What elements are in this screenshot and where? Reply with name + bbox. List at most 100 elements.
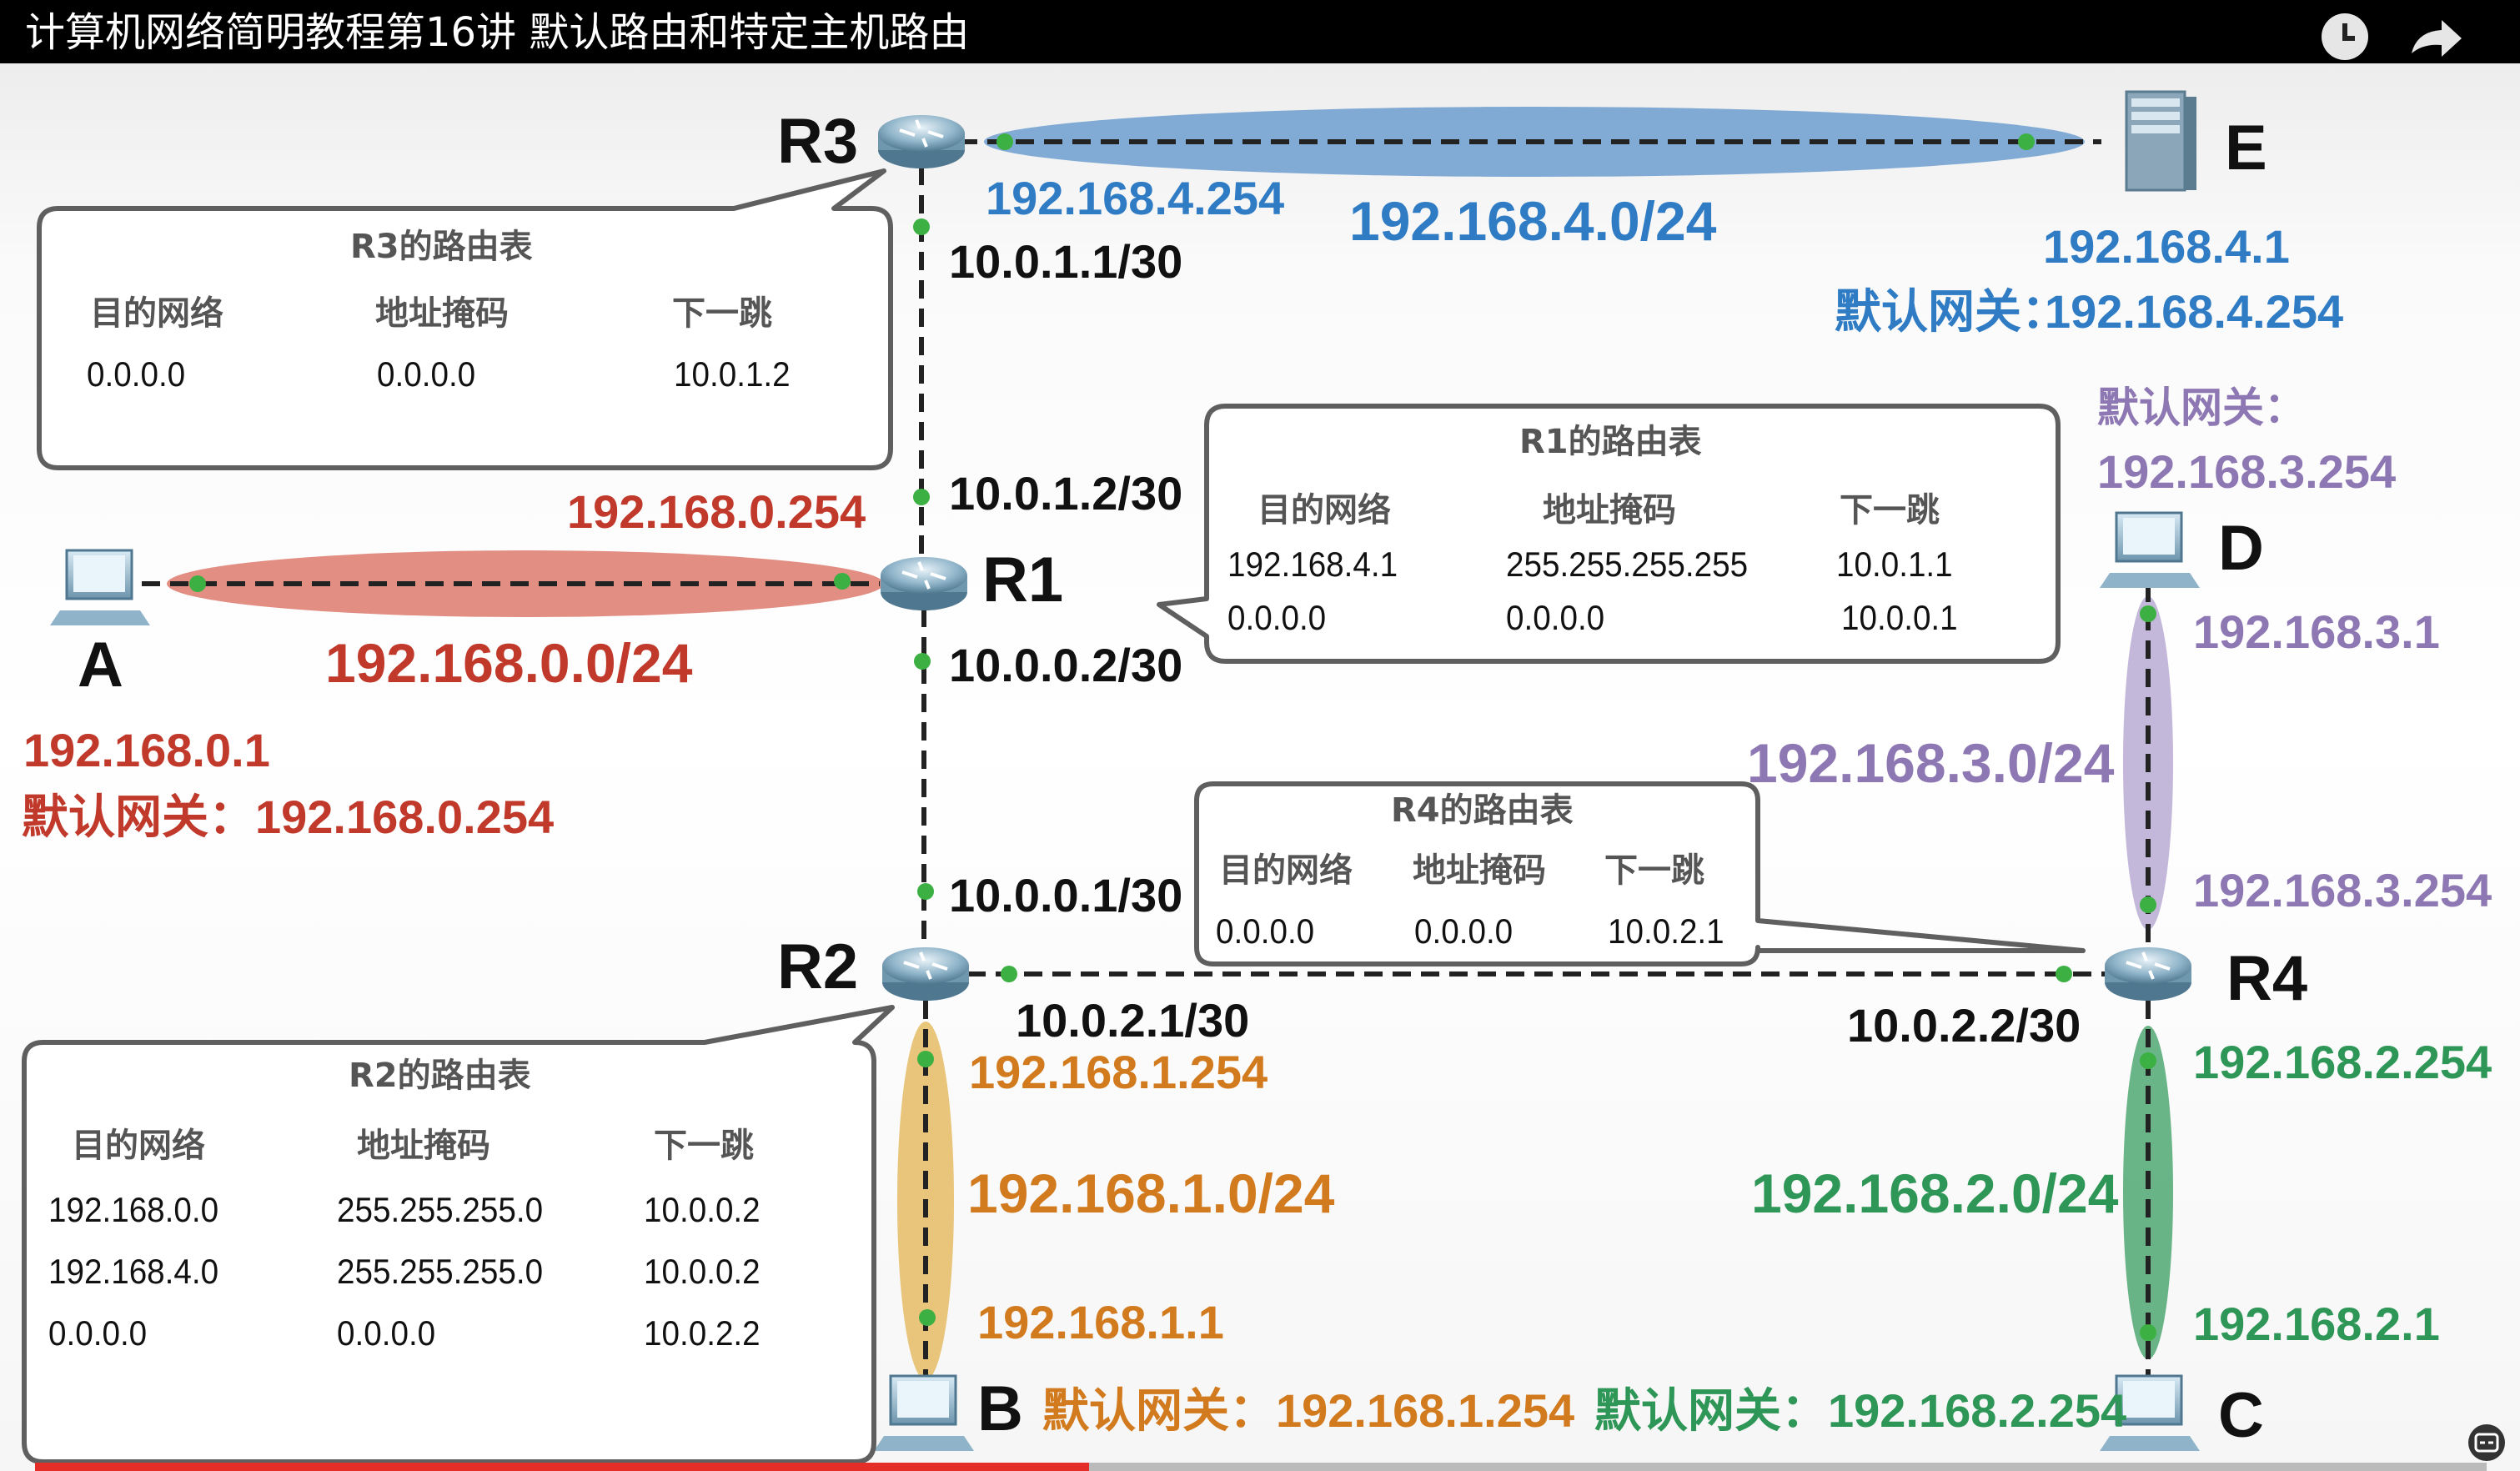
caption-icon[interactable] [2467,1423,2507,1463]
r2-up-address: 10.0.0.1/30 [949,869,1183,921]
r2-lan-address: 192.168.1.254 [969,1046,1268,1098]
r1-header-dest: 目的网络 [1257,491,1391,530]
r1-up-address: 10.0.1.2/30 [949,467,1183,520]
network-label: 192.168.1.0/24 [967,1162,1335,1224]
r1-header-mask: 地址掩码 [1543,491,1676,530]
host-d-ip: 192.168.3.1 [2193,605,2440,658]
r2-row-mask: 255.255.255.0 [337,1190,544,1229]
r3-row-next: 10.0.1.2 [674,354,791,394]
computer-icon [874,1374,974,1451]
r4-header-mask: 地址掩码 [1413,851,1546,890]
port-dot [1001,966,1017,982]
router-icon [881,557,967,610]
host-c-ip: 192.168.2.1 [2193,1298,2440,1350]
r3-lan-address: 192.168.4.254 [986,172,1285,224]
port-dot [913,489,930,505]
r3-header-dest: 目的网络 [90,294,223,333]
r2-row-dest: 192.168.4.0 [48,1252,219,1291]
port-dot [919,1309,936,1326]
r3-header-next: 下一跳 [672,294,772,333]
r3-row-dest: 0.0.0.0 [87,354,186,394]
r1-row-mask: 0.0.0.0 [1506,598,1605,637]
computer-icon [2100,511,2200,588]
host-a-ip: 192.168.0.1 [23,724,270,776]
port-dot [2056,966,2072,982]
r4-row-dest: 0.0.0.0 [1216,911,1315,951]
r3-table-title: R3的路由表 [350,228,533,266]
network-label: 192.168.4.0/24 [1349,190,1717,252]
network-label: 192.168.2.0/24 [1751,1162,2119,1224]
host-a-gateway: 默认网关：192.168.0.254 [22,791,555,843]
network-label: 192.168.0.0/24 [325,632,693,694]
router-icon [2105,947,2191,1001]
r2-header-mask: 地址掩码 [357,1127,490,1165]
host-d-gateway-label: 默认网关： [2097,384,2306,431]
r1-row-dest: 0.0.0.0 [1227,598,1327,637]
host-e-gateway-label: 默认网关： [1835,285,2068,338]
r2-row-mask: 0.0.0.0 [337,1313,436,1353]
port-dot [917,1051,934,1067]
server-e-label: E [2225,113,2267,183]
r1-row-next: 10.0.1.1 [1836,545,1953,584]
r2-row-next: 10.0.0.2 [644,1190,761,1229]
host-b-ip: 192.168.1.1 [977,1296,1224,1348]
router-r4-label: R4 [2226,943,2308,1014]
r3-row-mask: 0.0.0.0 [377,354,476,394]
router-r3-label: R3 [777,106,859,177]
share-icon[interactable] [2412,20,2462,57]
r1-lan-address: 192.168.0.254 [567,485,866,538]
host-a-label: A [78,630,123,700]
port-dot [2018,133,2035,150]
port-dot [2140,1324,2156,1341]
computer-icon [50,549,150,625]
r3-wan-address: 10.0.1.1/30 [949,235,1183,288]
port-dot [913,218,930,235]
port-dot [2140,1052,2156,1069]
network-label: 192.168.3.0/24 [1747,732,2115,794]
r4-table-title: R4的路由表 [1391,791,1574,830]
r1-row-dest: 192.168.4.1 [1227,545,1398,584]
port-dot [917,883,934,900]
router-icon [878,115,965,168]
r4-row-next: 10.0.2.1 [1608,911,1724,951]
r2-row-mask: 255.255.255.0 [337,1252,544,1291]
r2-row-next: 10.0.0.2 [644,1252,761,1291]
r2-right-address: 10.0.2.1/30 [1016,994,1250,1047]
r4-left-address: 10.0.2.2/30 [1847,999,2081,1052]
video-progress-fill[interactable] [35,1463,1089,1471]
port-dot [2140,605,2156,622]
r4-down-address: 192.168.2.254 [2193,1036,2492,1088]
host-e-ip: 192.168.4.1 [2043,220,2290,273]
r2-header-dest: 目的网络 [72,1127,205,1165]
port-dot [996,133,1013,150]
port-dot [2140,896,2156,913]
r1-down-address: 10.0.0.2/30 [949,639,1183,691]
r4-row-mask: 0.0.0.0 [1414,911,1514,951]
r1-header-next: 下一跳 [1840,491,1940,530]
host-e-gateway-value: 192.168.4.254 [2045,285,2344,338]
host-c-label: C [2218,1380,2264,1451]
server-icon [2125,90,2196,192]
r1-row-next: 10.0.0.1 [1841,598,1958,637]
r2-table-title: R2的路由表 [349,1057,531,1095]
video-title-bar: 计算机网络简明教程第16讲 默认路由和特定主机路由 [0,0,2520,63]
video-frame: 计算机网络简明教程第16讲 默认路由和特定主机路由 R3 E R1 A D R2… [0,0,2520,1471]
host-c-gateway: 默认网关：192.168.2.254 [1594,1384,2127,1437]
r4-header-next: 下一跳 [1604,851,1704,890]
r2-row-dest: 0.0.0.0 [48,1313,148,1353]
host-d-label: D [2218,513,2264,584]
r2-row-next: 10.0.2.2 [644,1313,761,1353]
clock-icon[interactable] [2322,13,2368,60]
r1-table-title: R1的路由表 [1519,423,1702,461]
r3-header-mask: 地址掩码 [375,294,509,333]
router-icon [882,947,969,1001]
video-title: 计算机网络简明教程第16讲 默认路由和特定主机路由 [25,9,970,56]
router-r1-label: R1 [982,545,1064,615]
host-b-label: B [977,1373,1023,1444]
port-dot [834,573,851,590]
r2-row-dest: 192.168.0.0 [48,1190,219,1229]
r4-header-dest: 目的网络 [1219,851,1353,890]
r1-row-mask: 255.255.255.255 [1506,545,1749,584]
router-r2-label: R2 [777,931,859,1002]
r2-header-next: 下一跳 [654,1127,754,1165]
